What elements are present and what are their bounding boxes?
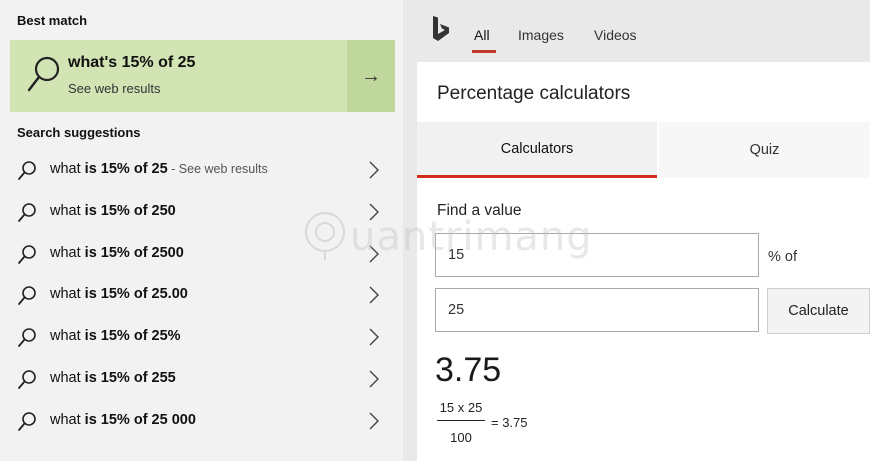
calculator-card: Percentage calculators Calculators Quiz …: [417, 62, 870, 461]
suggestion-item[interactable]: what is 15% of 25%: [10, 316, 395, 358]
suggestion-prefix: what: [50, 244, 85, 261]
suggestion-prefix: what: [50, 161, 85, 177]
card-title: Percentage calculators: [437, 83, 631, 104]
suggestion-bold: is 15% of 25: [84, 161, 168, 177]
chevron-right-icon[interactable]: [365, 366, 383, 392]
fraction-equals: = 3.75: [491, 415, 528, 430]
suggestion-text: what is 15% of 250: [50, 203, 176, 219]
best-match-label: Best match: [17, 13, 88, 28]
arrow-right-icon: →: [361, 64, 381, 87]
suggestion-text: what is 15% of 255: [50, 370, 176, 386]
suggestion-item[interactable]: what is 15% of 255: [10, 358, 395, 400]
suggestion-item[interactable]: what is 15% of 25 - See web results: [10, 149, 395, 191]
search-icon: [18, 161, 36, 180]
suggestion-item[interactable]: what is 15% of 25 000: [10, 400, 395, 442]
suggestion-bold: is 15% of 25.00: [84, 286, 188, 303]
tab-videos[interactable]: Videos: [594, 27, 637, 43]
search-icon: [18, 411, 36, 431]
best-match-result[interactable]: what's 15% of 25 See web results →: [10, 40, 395, 112]
search-results-panel: Best match what's 15% of 25 See web resu…: [0, 0, 403, 461]
suggestion-prefix: what: [50, 286, 85, 303]
percent-value-input[interactable]: 15: [435, 233, 759, 277]
calculate-button[interactable]: Calculate: [767, 288, 870, 334]
search-suggestions-label: Search suggestions: [17, 125, 141, 140]
calculator-tabs: Calculators Quiz: [417, 122, 870, 178]
bing-logo-icon: [433, 16, 449, 41]
tab-all[interactable]: All: [474, 27, 490, 43]
suggestion-prefix: what: [50, 411, 85, 428]
search-icon: [18, 202, 36, 222]
result-value: 3.75: [435, 351, 502, 389]
open-results-arrow-button[interactable]: →: [347, 40, 395, 112]
tab-calculators[interactable]: Calculators: [417, 122, 657, 178]
search-icon: [27, 56, 60, 92]
chevron-right-icon[interactable]: [365, 324, 383, 350]
suggestion-bold: is 15% of 250: [84, 202, 176, 219]
suggestion-text: what is 15% of 25 - See web results: [50, 161, 268, 177]
best-match-main[interactable]: what's 15% of 25 See web results: [10, 40, 347, 112]
find-value-label: Find a value: [437, 202, 522, 219]
fraction-denominator: 100: [450, 430, 472, 445]
chevron-right-icon[interactable]: [365, 408, 383, 434]
suggestion-text: what is 15% of 25.00: [50, 286, 188, 302]
suggestion-bold: is 15% of 255: [84, 370, 176, 386]
chevron-right-icon[interactable]: [365, 199, 383, 225]
search-icon: [18, 328, 36, 348]
chevron-right-icon[interactable]: [365, 157, 383, 183]
base-value-input[interactable]: 25: [435, 288, 759, 332]
suggestion-suffix: - See web results: [167, 162, 268, 176]
suggestion-item[interactable]: what is 15% of 250: [10, 191, 395, 233]
fraction-numerator: 15 x 25: [439, 400, 483, 415]
suggestion-bold: is 15% of 25 000: [84, 411, 196, 428]
suggestion-text: what is 15% of 2500: [50, 245, 184, 261]
suggestion-prefix: what: [50, 202, 85, 219]
suggestion-item[interactable]: what is 15% of 25.00: [10, 274, 395, 316]
suggestion-bold: is 15% of 25%: [84, 328, 181, 345]
chevron-right-icon[interactable]: [365, 241, 383, 267]
tab-quiz[interactable]: Quiz: [657, 122, 870, 178]
percent-of-label: % of: [768, 249, 798, 265]
suggestion-item[interactable]: what is 15% of 2500: [10, 233, 395, 275]
fraction-bar: [437, 420, 485, 421]
suggestion-text: what is 15% of 25%: [50, 328, 181, 344]
suggestion-prefix: what: [50, 370, 85, 386]
web-preview-panel: All Images Videos Percentage calculators…: [403, 0, 870, 461]
active-tab-indicator: [472, 50, 496, 53]
search-icon: [18, 370, 36, 389]
tab-images[interactable]: Images: [518, 27, 564, 43]
chevron-right-icon[interactable]: [365, 282, 383, 308]
suggestion-text: what is 15% of 25 000: [50, 412, 196, 428]
search-icon: [18, 244, 36, 264]
suggestion-bold: is 15% of 2500: [84, 244, 184, 261]
suggestion-prefix: what: [50, 328, 85, 345]
best-match-subtitle: See web results: [68, 81, 161, 96]
best-match-title: what's 15% of 25: [68, 54, 196, 71]
search-icon: [18, 286, 36, 306]
